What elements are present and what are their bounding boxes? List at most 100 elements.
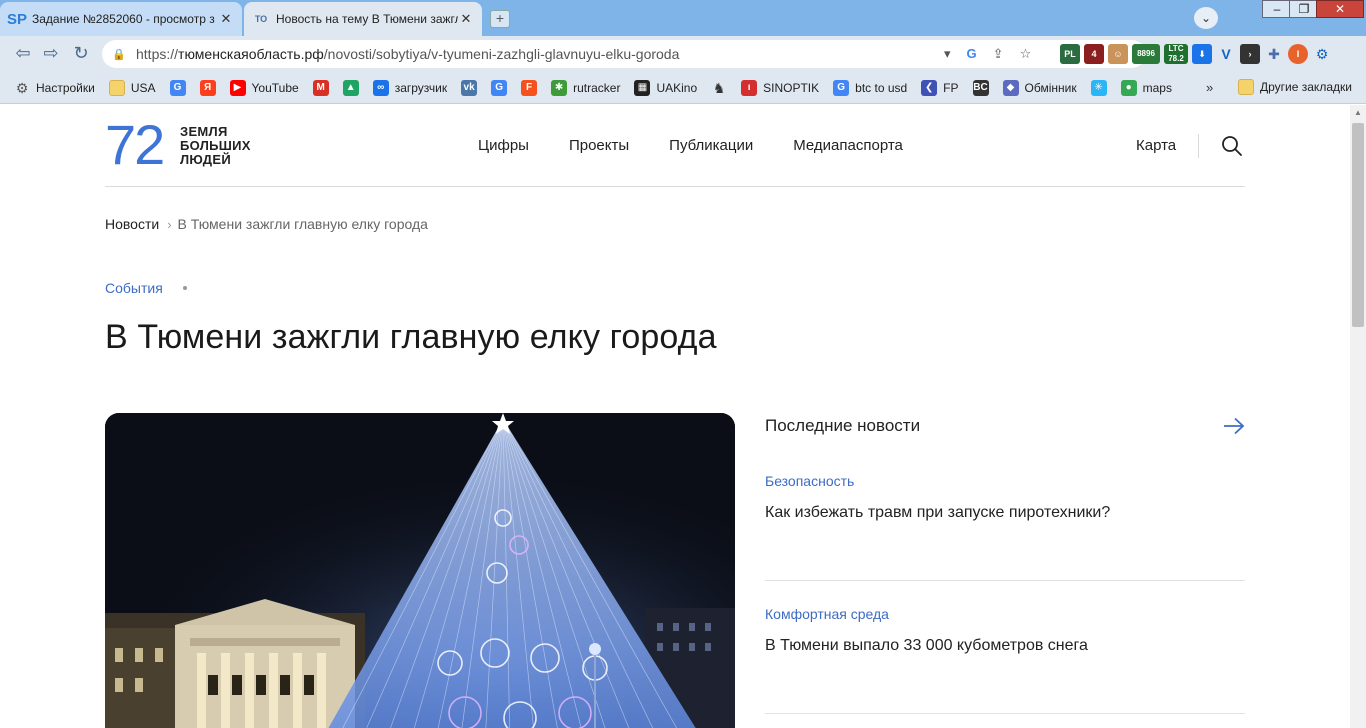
breadcrumb-root[interactable]: Новости [105, 216, 159, 232]
news-title[interactable]: В Тюмени выпало 33 000 кубометров снега [765, 637, 1245, 655]
bookmark-item[interactable]: ⚙ Настройки [14, 80, 95, 96]
forward-arrow-icon[interactable]: ⇨ [40, 44, 62, 64]
bookmark-label: Обмінник [1024, 80, 1077, 95]
bookmark-item[interactable]: vk [461, 79, 483, 96]
folder-icon [1238, 79, 1254, 95]
window-close-button[interactable]: ✕ [1316, 0, 1364, 18]
yandex-icon: Я [199, 79, 216, 96]
nav-item-mediapassports[interactable]: Медиапаспорта [793, 137, 903, 154]
nav-item-map[interactable]: Карта [1136, 137, 1176, 154]
url-path: /novosti/sobytiya/v-tyumeni-zazhgli-glav… [323, 46, 680, 62]
back-arrow-icon[interactable]: ⇦ [12, 44, 34, 64]
vpn-extension-icon[interactable]: PL [1060, 44, 1080, 64]
map-pin-icon: ● [1120, 79, 1137, 96]
bookmark-item[interactable]: USA [108, 79, 156, 96]
bookmark-item[interactable]: ❮ FP [921, 79, 959, 96]
latest-news-header[interactable]: Последние новости [765, 416, 1245, 436]
bookmark-item[interactable]: ∞ загрузчик [372, 79, 447, 96]
list-item[interactable]: Комфортная среда В Тюмени выпало 33 000 … [765, 606, 1245, 655]
avatar[interactable]: I [1288, 44, 1308, 64]
arrow-right-icon[interactable] [1223, 417, 1245, 435]
google-icon: G [169, 79, 186, 96]
chess-icon: ♞ [712, 79, 726, 96]
gear-icon: ⚙ [15, 79, 29, 96]
bookmarks-overflow-button[interactable]: » [1206, 80, 1213, 95]
bookmark-label: USA [130, 80, 156, 95]
bookmark-label: rutracker [573, 80, 621, 95]
share-icon[interactable]: ⇪ [993, 46, 1004, 62]
download-icon[interactable]: ⬇ [1192, 44, 1212, 64]
nav-item-projects[interactable]: Проекты [569, 137, 629, 154]
bookmark-item[interactable]: G [491, 79, 513, 96]
news-category[interactable]: Безопасность [765, 473, 1245, 489]
news-category[interactable]: Комфортная среда [765, 606, 1245, 622]
search-icon[interactable] [1221, 135, 1243, 157]
maximize-button[interactable]: ❐ [1289, 0, 1319, 18]
bookmark-item[interactable]: ı SINOPTIK [741, 79, 819, 96]
web-page: 72 ЗЕМЛЯ БОЛЬШИХ ЛЮДЕЙ Цифры Проекты Пуб… [0, 105, 1350, 728]
bookmark-item[interactable]: M [312, 79, 335, 96]
article-hero-image [105, 413, 735, 728]
bookmark-item[interactable]: Я [199, 79, 222, 96]
logo-text[interactable]: ЗЕМЛЯ БОЛЬШИХ ЛЮДЕЙ [180, 125, 251, 167]
google-icon[interactable]: G [967, 46, 977, 62]
article-category: События [105, 280, 187, 296]
bookmark-label: maps [1142, 80, 1172, 95]
dot-separator [182, 286, 187, 290]
puzzle-icon[interactable]: ✚ [1264, 44, 1284, 64]
nav-item-numbers[interactable]: Цифры [478, 137, 529, 154]
face-extension-icon[interactable]: ☺ [1108, 44, 1128, 64]
category-link[interactable]: События [105, 280, 163, 296]
bookmark-item[interactable]: G [169, 79, 192, 96]
background-tabs-ghost [560, 8, 1120, 28]
bookmark-item[interactable]: F [521, 79, 543, 96]
bookmark-item[interactable]: ◆ Обмінник [1002, 79, 1077, 96]
drive-icon: ▲ [342, 79, 359, 96]
gear-icon[interactable]: ⚙ [1312, 44, 1332, 64]
scroll-up-icon[interactable]: ▲ [1350, 105, 1366, 121]
bookmark-item[interactable]: Gbtc to usd [833, 79, 908, 96]
close-icon[interactable]: ✕ [218, 11, 234, 27]
extensions-row: PL 4 ☺ 8896 LTC 78.2 ⬇ V › ✚ I ⚙ [1060, 44, 1332, 64]
bookmark-item[interactable]: ▲ [342, 79, 365, 96]
ublock-extension-icon[interactable]: 4 [1084, 44, 1104, 64]
bookmark-label: UAKino [656, 80, 698, 95]
site-header: 72 ЗЕМЛЯ БОЛЬШИХ ЛЮДЕЙ Цифры Проекты Пуб… [105, 105, 1245, 187]
page-scrollbar[interactable]: ▲ [1350, 105, 1366, 728]
v-extension-icon[interactable]: V [1216, 44, 1236, 64]
bookmark-item[interactable]: ● maps [1120, 79, 1172, 96]
diamond-icon: ◆ [1002, 79, 1019, 96]
bookmark-item[interactable]: ✳ [1090, 79, 1113, 96]
btc-extension-icon[interactable]: 8896 [1132, 44, 1160, 64]
bookmark-item[interactable]: ♞ [711, 80, 733, 96]
scroll-thumb[interactable] [1352, 123, 1364, 327]
logo-number[interactable]: 72 [105, 117, 165, 173]
bookmark-label: btc to usd [855, 80, 908, 95]
tab-inactive[interactable]: SP Задание №2852060 - просмотр з ✕ [0, 2, 242, 36]
bookmark-item[interactable]: ▦ UAKino [634, 79, 698, 96]
gmail-icon: M [312, 79, 329, 96]
tab-favicon-sp: SP [7, 10, 28, 28]
chevron-icon: ❮ [921, 79, 938, 96]
bookmark-label: YouTube [251, 80, 299, 95]
thermometer-icon: ı [741, 79, 758, 96]
theatre-building [105, 599, 365, 728]
close-icon[interactable]: ✕ [458, 11, 474, 27]
other-bookmarks[interactable]: Другие закладки [1238, 79, 1352, 95]
bookmark-item[interactable]: BC [972, 79, 995, 96]
chevron-down-icon[interactable]: ⌄ [1194, 7, 1218, 29]
nav-item-publications[interactable]: Публикации [669, 137, 753, 154]
minimize-button[interactable]: – [1262, 0, 1292, 18]
bookmark-item[interactable]: ✱ rutracker [551, 79, 621, 96]
star-icon[interactable]: ☆ [1020, 46, 1032, 62]
news-title[interactable]: Как избежать травм при запуске пиротехни… [765, 504, 1245, 522]
tab-active[interactable]: ТО Новость на тему В Тюмени зажгл ✕ [244, 2, 482, 36]
new-tab-button[interactable]: + [490, 10, 510, 28]
bookmark-label: Настройки [36, 80, 95, 95]
list-item[interactable]: Безопасность Как избежать травм при запу… [765, 473, 1245, 522]
dropdown-icon[interactable]: ▾ [944, 46, 951, 62]
terminal-extension-icon[interactable]: › [1240, 44, 1260, 64]
bookmark-item[interactable]: ▶ YouTube [229, 79, 299, 96]
ltc-extension-icon[interactable]: LTC 78.2 [1164, 44, 1188, 64]
reload-icon[interactable]: ↻ [70, 44, 92, 64]
